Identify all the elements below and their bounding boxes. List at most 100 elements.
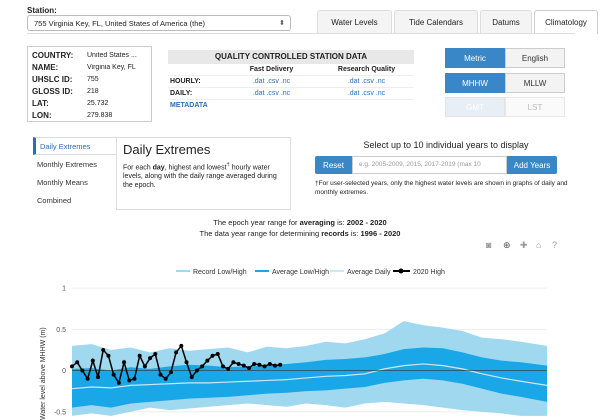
epoch-records-text: The data year range for determining reco…	[0, 229, 600, 238]
metadata-link[interactable]: METADATA	[168, 100, 414, 112]
series-2020-point	[174, 350, 179, 355]
qc-title: QUALITY CONTROLLED STATION DATA	[168, 50, 414, 64]
metric-button[interactable]: Metric	[445, 48, 505, 68]
meta-key: LON:	[32, 110, 52, 120]
qc-header-row: Fast Delivery Research Quality	[168, 64, 414, 76]
legend-record-label[interactable]: Record Low/High	[193, 269, 247, 276]
series-2020-point	[101, 347, 106, 352]
daily-research-links[interactable]: .dat .csv .nc	[319, 90, 414, 97]
mllw-button[interactable]: MLLW	[505, 73, 565, 93]
meta-value: United States ...	[87, 51, 137, 59]
series-2020-point	[226, 366, 231, 371]
qc-col-fast: Fast Delivery	[249, 66, 294, 73]
epoch-line1-prefix: The epoch year range for	[213, 218, 300, 227]
station-select-value: 755 Virginia Key, FL, United States of A…	[34, 19, 206, 28]
legend-daily-label[interactable]: Average Daily	[347, 269, 391, 276]
menu-monthly-means[interactable]: Monthly Means	[33, 173, 116, 191]
series-2020-point	[80, 368, 85, 373]
epoch-line2-bold: records	[321, 229, 349, 238]
series-2020-point	[75, 360, 80, 365]
meta-uhslc-row: UHSLC ID: 755	[32, 73, 147, 85]
menu-monthly-extremes[interactable]: Monthly Extremes	[33, 155, 116, 173]
series-2020-point	[220, 364, 225, 369]
lst-button[interactable]: LST	[505, 97, 565, 117]
help-icon[interactable]: ?	[552, 240, 557, 250]
y-tick-label: -0.5	[54, 409, 66, 416]
home-icon[interactable]: ⌂	[536, 240, 541, 250]
panel-text-b: , highest and lowest	[164, 164, 227, 172]
epoch-line1-bold: averaging	[299, 218, 336, 227]
tab-tide-calendars[interactable]: Tide Calendars	[394, 10, 478, 34]
zoom-icon[interactable]: ⊕	[503, 240, 511, 250]
series-2020-point	[236, 361, 241, 366]
epoch-line1-value: 2002 - 2020	[346, 218, 387, 227]
meta-key: UHSLC ID:	[32, 74, 73, 84]
qc-daily-row: DAILY: .dat .csv .nc .dat .csv .nc	[168, 88, 414, 100]
series-2020-point	[278, 362, 283, 367]
epoch-line2-value: 1996 - 2020	[360, 229, 401, 238]
english-button[interactable]: English	[505, 48, 565, 68]
series-2020-point	[96, 375, 101, 380]
panel-text-bold: day	[152, 164, 165, 172]
menu-combined[interactable]: Combined	[33, 191, 116, 209]
meta-lat-row: LAT: 25.732	[32, 97, 147, 109]
mhhw-button[interactable]: MHHW	[445, 73, 505, 93]
legend-2020-label[interactable]: 2020 High	[413, 269, 445, 276]
legend-average-label[interactable]: Average Low/High	[272, 269, 329, 276]
qc-daily-label: DAILY:	[170, 90, 193, 97]
y-tick-label: 0	[62, 368, 66, 375]
series-2020-point	[231, 360, 236, 365]
series-2020-point	[70, 364, 74, 369]
series-2020-point	[163, 376, 168, 381]
menu-daily-extremes[interactable]: Daily Extremes	[33, 137, 116, 155]
qc-col-research: Research Quality	[337, 66, 396, 73]
tabs-divider	[27, 33, 575, 34]
station-select[interactable]: 755 Virginia Key, FL, United States of A…	[27, 15, 291, 31]
camera-icon[interactable]: ◙	[486, 240, 492, 250]
chart-legend: Record Low/High Average Low/High Average…	[176, 268, 445, 276]
daily-extremes-chart[interactable]: ◙ ⊕ ✚ ⌂ ? Record Low/High Average Low/Hi…	[0, 238, 600, 420]
series-2020-point	[111, 372, 116, 377]
series-2020-point	[179, 343, 184, 348]
station-metadata: COUNTRY: United States ... NAME: Virginia …	[27, 46, 152, 122]
meta-key: GLOSS ID:	[32, 86, 73, 96]
y-axis-label: Water level above MHHW (m)	[40, 327, 47, 420]
meta-key: NAME:	[32, 62, 59, 72]
meta-value: 279.838	[87, 111, 113, 119]
meta-name-row: NAME: Virginia Key, FL	[32, 61, 147, 73]
series-2020-point	[189, 375, 194, 380]
meta-value: 25.732	[87, 99, 109, 107]
tab-datums[interactable]: Datums	[480, 10, 532, 34]
gmt-button[interactable]: GMT	[445, 97, 505, 117]
series-2020-point	[158, 372, 163, 377]
hourly-research-links[interactable]: .dat .csv .nc	[319, 78, 414, 85]
series-2020-point	[184, 360, 189, 365]
panel-text-a: For each	[123, 164, 153, 172]
qc-hourly-row: HOURLY: .dat .csv .nc .dat .csv .nc	[168, 76, 414, 88]
hourly-fast-links[interactable]: .dat .csv .nc	[224, 78, 319, 85]
station-label: Station:	[27, 6, 57, 15]
years-input[interactable]: e.g. 2005-2009, 2015, 2017-2019 (max 10	[352, 156, 507, 174]
epoch-line1-mid: is:	[335, 218, 347, 227]
panel-title: Daily Extremes	[123, 142, 211, 157]
series-2020-point	[205, 358, 210, 363]
epoch-line2-mid: is:	[348, 229, 361, 238]
meta-gloss-row: GLOSS ID: 218	[32, 85, 147, 97]
plot-area: 1 0.5 0 -0.5	[54, 286, 548, 416]
meta-value: Virginia Key, FL	[87, 63, 136, 71]
tab-water-levels[interactable]: Water Levels	[317, 10, 392, 34]
reset-button[interactable]: Reset	[315, 156, 352, 174]
meta-value: 755	[87, 75, 99, 83]
meta-key: LAT:	[32, 98, 49, 108]
series-2020-point	[257, 362, 262, 367]
meta-key: COUNTRY:	[32, 50, 74, 60]
daily-fast-links[interactable]: .dat .csv .nc	[224, 90, 319, 97]
meta-value: 218	[87, 87, 99, 95]
epoch-line2-prefix: The data year range for determining	[199, 229, 322, 238]
epoch-averaging-text: The epoch year range for averaging is: 2…	[0, 218, 600, 227]
series-2020-point	[246, 366, 251, 371]
add-years-button[interactable]: Add Years	[507, 156, 557, 174]
series-2020-point	[85, 376, 90, 381]
tab-climatology[interactable]: Climatology	[534, 10, 598, 34]
plus-icon[interactable]: ✚	[520, 240, 528, 250]
